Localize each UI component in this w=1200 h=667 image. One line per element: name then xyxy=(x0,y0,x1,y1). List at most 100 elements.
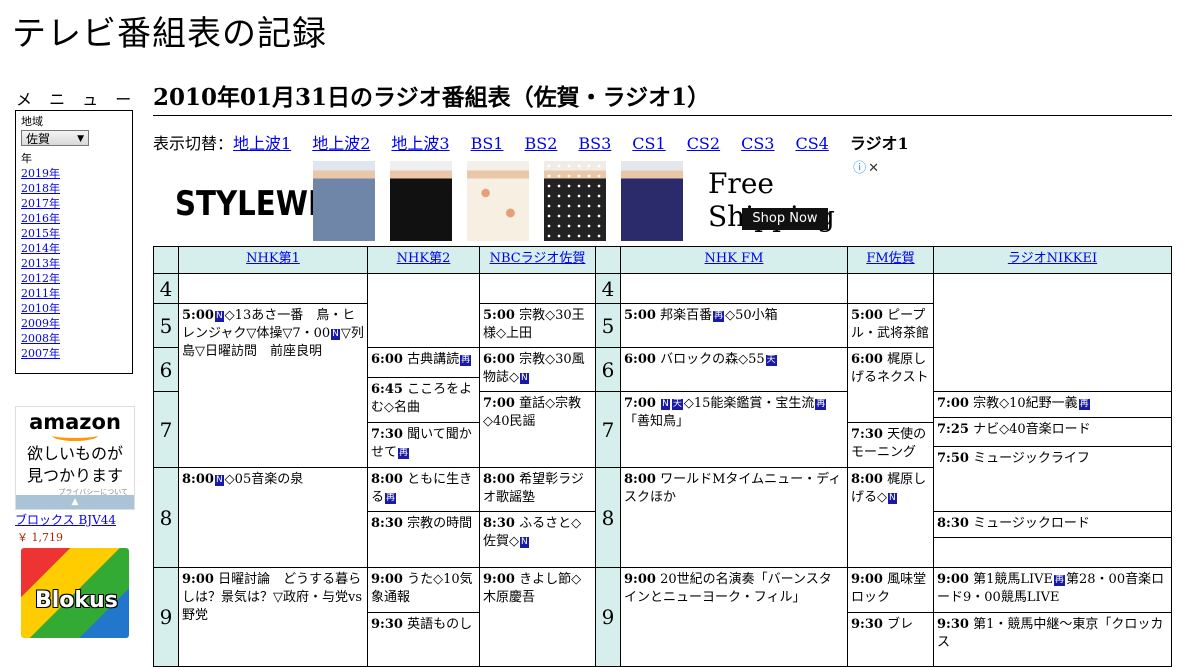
program-cell[interactable]: 8:30 ふるさと◇佐賀◇ N xyxy=(479,511,596,568)
program-cell[interactable]: 8:30 宗教の時間 xyxy=(367,511,480,568)
switch-link[interactable]: CS3 xyxy=(741,134,774,153)
switcher-label: 表示切替： xyxy=(153,134,234,153)
product-image-text: Blokus xyxy=(35,588,118,613)
hour-cell: 9 xyxy=(153,567,179,667)
rerun-icon: 再 xyxy=(1078,399,1090,410)
product-image[interactable]: Blokus xyxy=(21,548,129,638)
ad-expand-bar[interactable]: ▲ xyxy=(16,495,134,509)
program-cell[interactable]: 8:00 梶原しげる◇ N xyxy=(847,467,934,568)
program-cell[interactable]: 9:00 風味堂ロック xyxy=(847,567,934,613)
program-cell[interactable]: 9:00 第1競馬LIVE 再第28・00音楽ロード9・00競馬LIVE xyxy=(933,567,1172,613)
program-time: 6:00 xyxy=(851,352,883,367)
program-cell[interactable]: 6:45 こころをよむ◇名曲 xyxy=(367,377,480,423)
channel-link[interactable]: NHK FM xyxy=(705,251,764,266)
year-link[interactable]: 2010年 xyxy=(21,302,60,315)
program-cell[interactable]: 9:30 ブレ xyxy=(847,612,934,667)
channel-switcher: 表示切替：地上波1 地上波2 地上波3 BS1 BS2 BS3 CS1 CS2 CS3 CS4 ラジ… xyxy=(153,134,909,154)
program-empty xyxy=(847,273,934,304)
program-cell[interactable]: 9:00 きよし節◇木原慶吾 xyxy=(479,567,596,667)
amazon-ad[interactable]: amazon 欲しいものが 見つかります プライバシーについて ▲ xyxy=(15,406,135,510)
year-link[interactable]: 2011年 xyxy=(21,287,60,300)
program-cell[interactable]: 6:00 梶原しげるネクスト xyxy=(847,347,934,423)
program-cell[interactable]: 9:30 英語ものし xyxy=(367,612,480,667)
program-cell[interactable]: 8:00 N ◇05音楽の泉 xyxy=(178,467,368,568)
channel-link[interactable]: NBCラジオ佐賀 xyxy=(490,251,586,266)
switch-link[interactable]: 地上波1 xyxy=(233,134,291,153)
year-link[interactable]: 2008年 xyxy=(21,332,60,345)
program-cell[interactable]: 7:25 ナビ◇40音楽ロード xyxy=(933,417,1172,447)
program-time: 9:00 xyxy=(624,572,656,587)
program-cell[interactable]: 9:00 うた◇10気象通報 xyxy=(367,567,480,613)
switch-link[interactable]: CS2 xyxy=(687,134,720,153)
switch-link[interactable]: 地上波3 xyxy=(391,134,449,153)
program-cell[interactable]: 5:00 ピープル・武将茶館 xyxy=(847,303,934,348)
hour-cell: 4 xyxy=(595,273,621,304)
switch-link[interactable]: CS1 xyxy=(632,134,665,153)
program-time: 5:00 xyxy=(851,308,883,323)
program-cell[interactable]: 7:00 N 天 ◇15能楽鑑賞・宝生流 再「善知鳥」 xyxy=(620,391,848,468)
program-cell[interactable]: 8:00 ともに生きる再 xyxy=(367,467,480,512)
adchoices-icon[interactable]: ⓘ ✕ xyxy=(853,157,879,176)
stylewe-banner-ad[interactable]: STYLEWE Free Shipping Shop Now ⓘ✕ xyxy=(153,157,881,245)
switch-link[interactable]: BS1 xyxy=(471,134,504,153)
program-cell[interactable]: 7:00 童話◇宗教◇40民謡 xyxy=(479,391,596,468)
program-cell[interactable]: 6:00 宗教◇30風物誌◇ N xyxy=(479,347,596,392)
news-icon: N xyxy=(520,373,529,384)
program-time: 8:00 xyxy=(483,472,515,487)
program-cell[interactable]: 8:30 ミュージックロード xyxy=(933,511,1172,538)
program-cell[interactable]: 5:00 邦楽百番再 ◇50小箱 xyxy=(620,303,848,348)
year-link[interactable]: 2019年 xyxy=(21,167,60,180)
program-cell[interactable]: 5:00 宗教◇30王様◇上田 xyxy=(479,303,596,348)
program-cell[interactable]: 7:30 天使のモーニング xyxy=(847,422,934,468)
close-icon[interactable]: ✕ xyxy=(868,161,879,176)
program-title: ◇15能楽鑑賞・宝生流 xyxy=(683,396,815,411)
switch-link[interactable]: CS4 xyxy=(795,134,828,153)
program-cell[interactable]: 8:00 ワールドMタイムニュー・ディスクほか xyxy=(620,467,848,568)
program-title: 宗教◇10紀野一義 xyxy=(973,396,1078,411)
switch-link[interactable]: 地上波2 xyxy=(312,134,370,153)
program-time: 6:00 xyxy=(624,352,656,367)
channel-link[interactable]: FM佐賀 xyxy=(866,251,914,266)
news-icon: N xyxy=(520,537,529,548)
program-time: 5:00 xyxy=(624,308,656,323)
year-link[interactable]: 2017年 xyxy=(21,197,60,210)
rerun-icon: 再 xyxy=(460,355,472,366)
program-cell[interactable]: 6:00 古典講読再 xyxy=(367,347,480,378)
program-cell[interactable]: 7:00 宗教◇10紀野一義再 xyxy=(933,391,1172,418)
program-time: 8:30 xyxy=(937,516,969,531)
switch-link[interactable]: BS2 xyxy=(524,134,557,153)
year-link[interactable]: 2016年 xyxy=(21,212,60,225)
info-icon[interactable]: ⓘ xyxy=(853,161,866,176)
program-cell[interactable]: 9:00 日曜討論 どうする暮らしは？景気は？▽政府・与党vs野党 xyxy=(178,567,368,667)
program-cell[interactable]: 8:00 希望彰ラジオ歌謡塾 xyxy=(479,467,596,512)
year-link[interactable]: 2012年 xyxy=(21,272,60,285)
switch-link[interactable]: BS3 xyxy=(578,134,611,153)
hour-cell: 5 xyxy=(153,303,179,348)
program-cell[interactable]: 9:30 第1・競馬中継～東京「クロッカス xyxy=(933,612,1172,667)
program-empty xyxy=(933,537,1172,568)
program-cell[interactable]: 6:00 バロックの森◇55 天 xyxy=(620,347,848,392)
program-cell[interactable]: 7:50 ミュージックライフ xyxy=(933,446,1172,512)
year-link[interactable]: 2007年 xyxy=(21,347,60,360)
year-link[interactable]: 2009年 xyxy=(21,317,60,330)
year-link[interactable]: 2013年 xyxy=(21,257,60,270)
year-link[interactable]: 2014年 xyxy=(21,242,60,255)
region-select[interactable]: 佐賀 ▼ xyxy=(21,130,89,146)
channel-link[interactable]: NHK第2 xyxy=(397,251,451,266)
rerun-icon: 再 xyxy=(1054,575,1066,586)
program-title: ミュージックライフ xyxy=(973,451,1090,466)
program-title: ◇05音楽の泉 xyxy=(224,472,304,487)
channel-link[interactable]: ラジオNIKKEI xyxy=(1008,251,1097,266)
product-name-link[interactable]: ブロックス BJV44 xyxy=(15,511,116,528)
year-link[interactable]: 2018年 xyxy=(21,182,60,195)
channel-link[interactable]: NHK第1 xyxy=(246,251,300,266)
program-time: 7:25 xyxy=(937,422,969,437)
program-cell[interactable]: 9:00 20世紀の名演奏「バーンスタインとニューヨーク・フィル」 xyxy=(620,567,848,667)
news-icon: N xyxy=(888,493,897,504)
year-link[interactable]: 2015年 xyxy=(21,227,60,240)
program-title: 邦楽百番 xyxy=(660,308,713,323)
program-cell[interactable]: 7:30 聞いて聞かせて再 xyxy=(367,422,480,468)
program-cell[interactable]: 5:00 N ◇13あさ一番 鳥・ヒレンジャク▽体操▽7・00 N ▽列島▽日曜訪問 前… xyxy=(178,303,368,468)
shop-now-button[interactable]: Shop Now xyxy=(742,208,828,230)
program-time: 8:00 xyxy=(851,472,883,487)
